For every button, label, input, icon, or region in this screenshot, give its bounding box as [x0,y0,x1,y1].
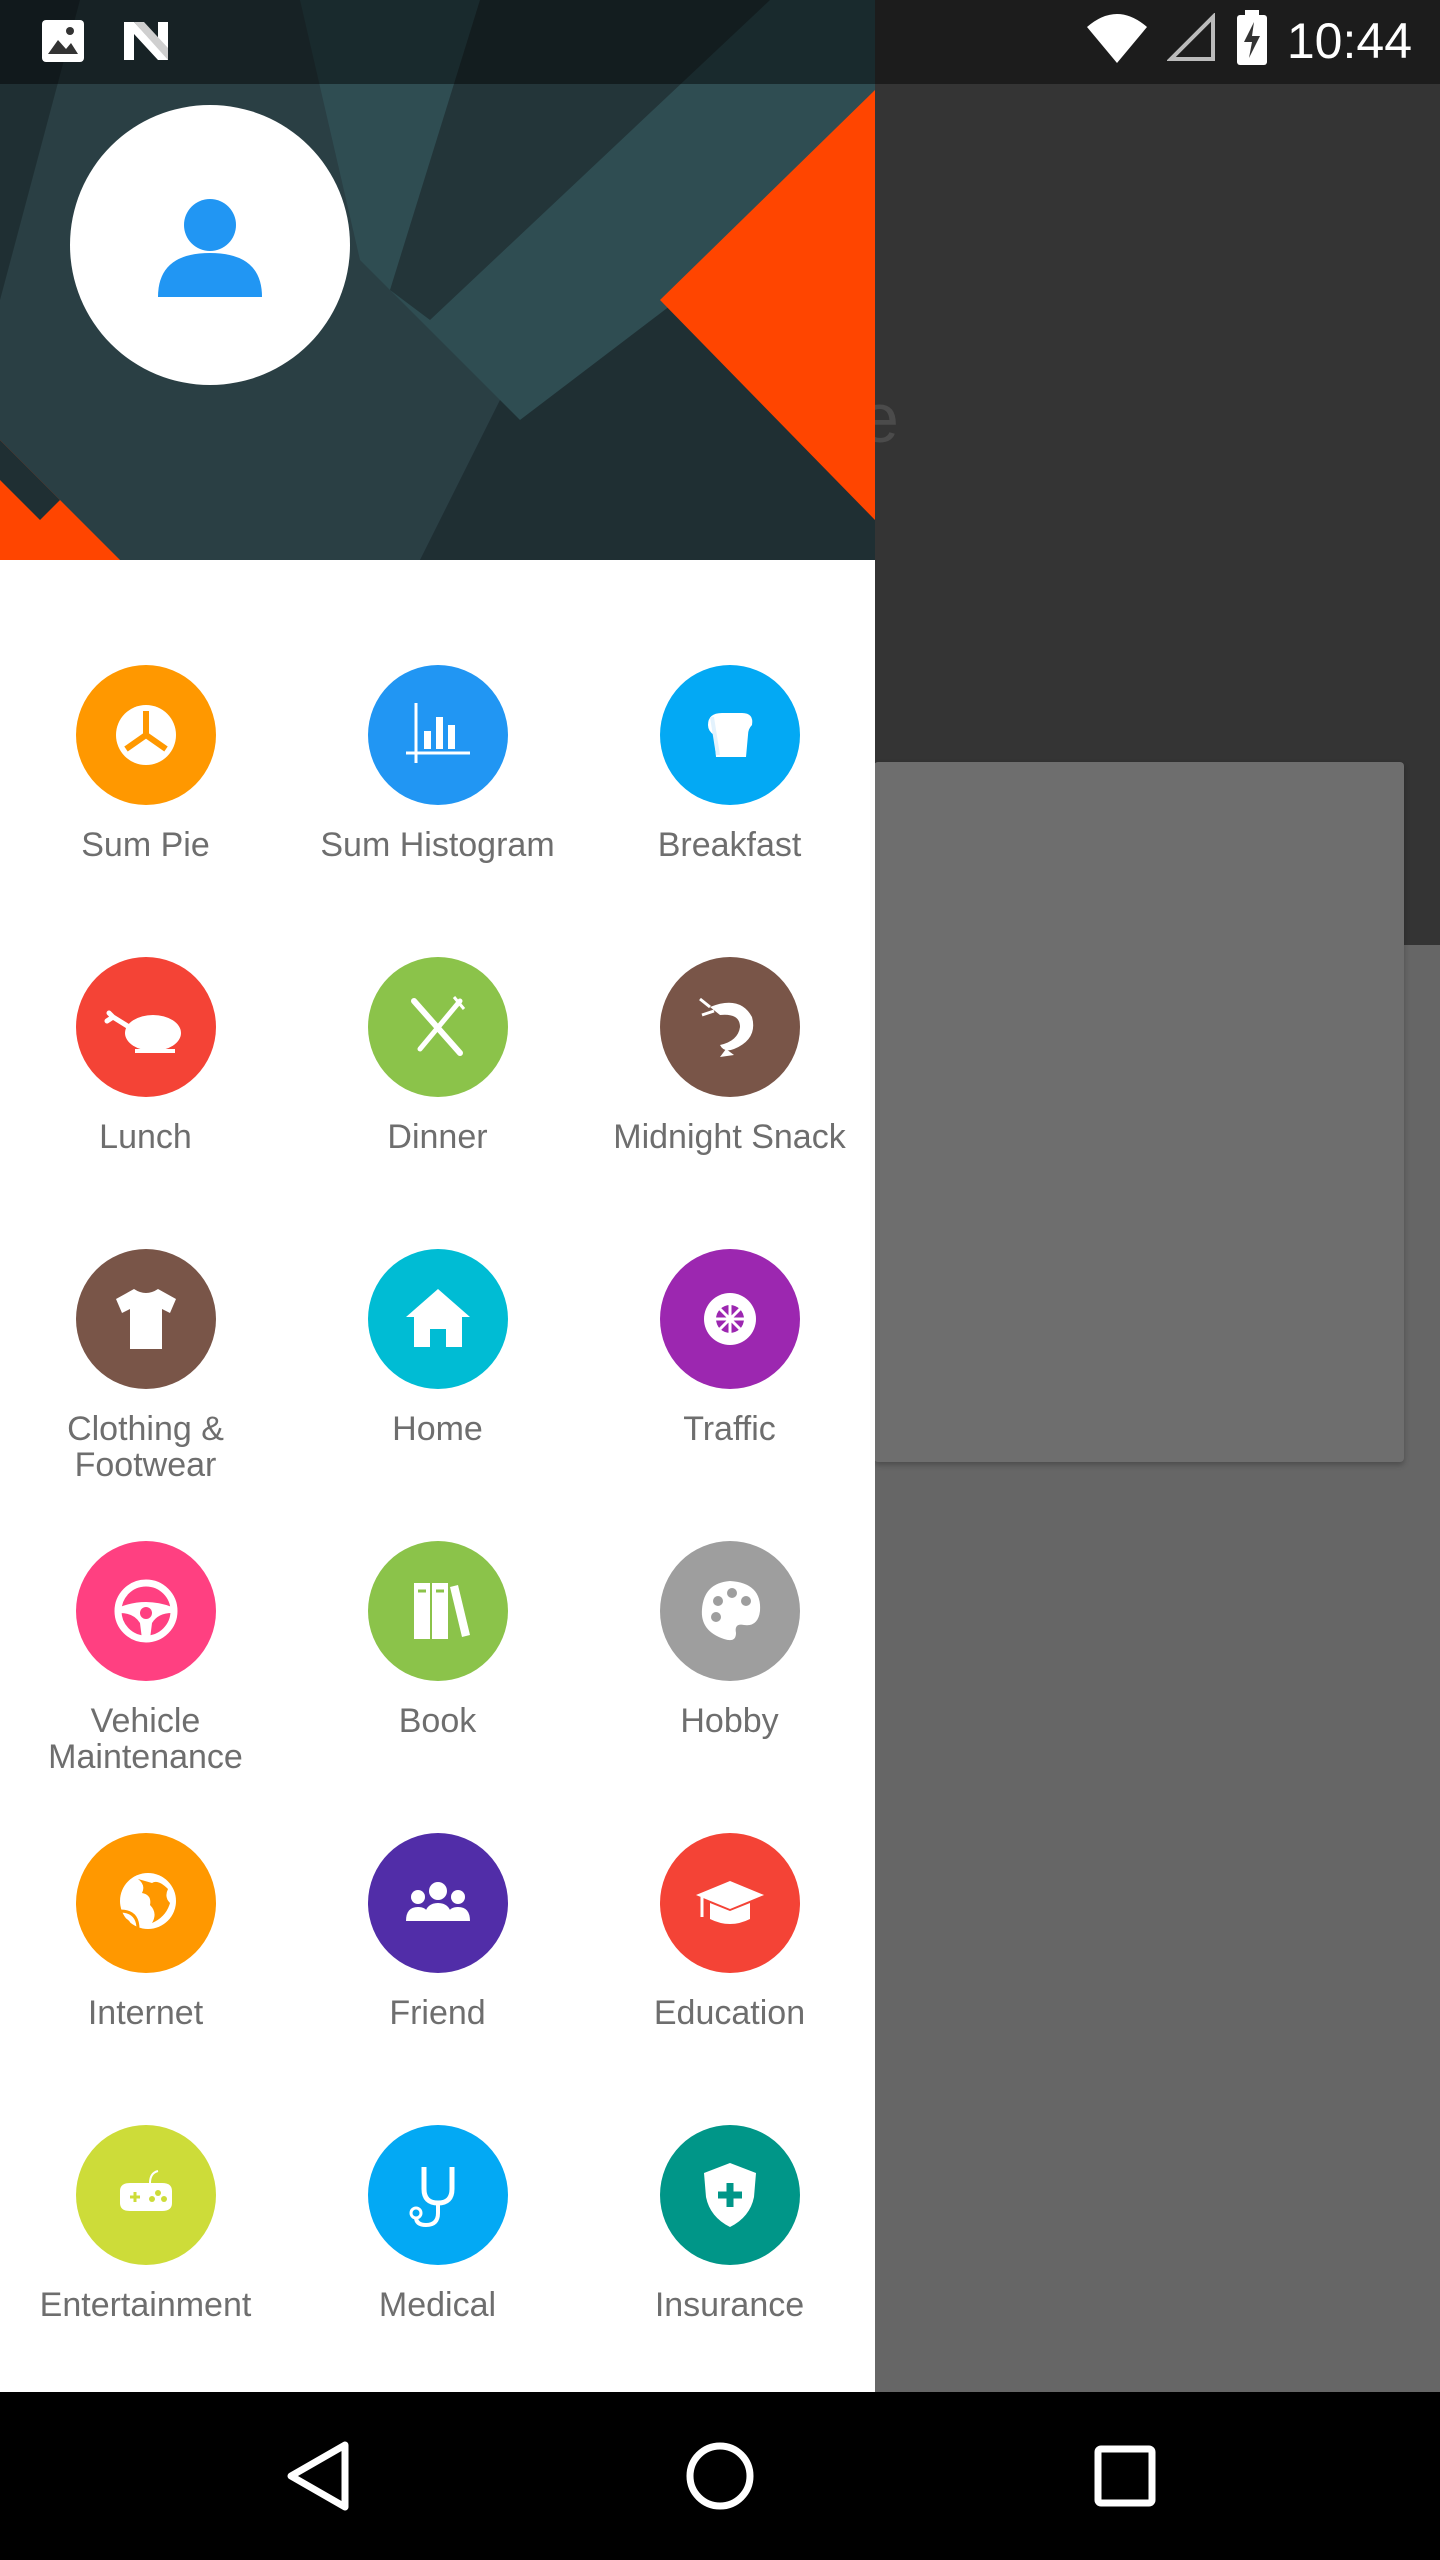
shield-plus-icon [703,2163,756,2227]
category-label: Internet [87,1994,204,2032]
drawer-header [0,0,875,560]
status-time: 10:44 [1286,12,1412,69]
category-clothing-footwear[interactable]: Clothing & Footwear [0,1249,291,1519]
n-logo-icon [120,18,172,69]
tshirt-icon [115,1289,176,1349]
category-breakfast[interactable]: Breakfast [584,665,875,935]
category-icon-circle [367,1833,508,1973]
home-circle-icon [686,2442,754,2510]
category-icon-circle [367,665,508,805]
recents-button[interactable] [1075,2426,1175,2526]
category-icon-circle [367,2125,508,2265]
category-label: Education [653,1994,806,2032]
category-sum-pie[interactable]: Sum Pie [0,665,291,935]
category-label: Sum Pie [81,826,210,864]
category-label: Midnight Snack [613,1118,846,1156]
user-avatar[interactable] [70,105,350,385]
system-navigation-bar [0,2392,1440,2560]
category-icon-circle [75,1541,216,1681]
graduation-cap-icon [695,1881,764,1924]
house-icon [405,1289,470,1347]
status-bar: 10:44 [0,0,1440,84]
category-dinner[interactable]: Dinner [292,957,583,1227]
category-label: Book [398,1702,477,1740]
category-label: Friend [389,1994,486,2032]
category-label: Traffic [683,1410,776,1448]
category-icon-circle [367,957,508,1097]
category-book[interactable]: Book [292,1541,583,1811]
category-friend[interactable]: Friend [292,1833,583,2103]
category-label: Insurance [654,2286,805,2324]
back-button[interactable] [268,2426,368,2526]
category-insurance[interactable]: Insurance [584,2125,875,2395]
category-label: Sum Histogram [320,826,555,864]
shrimp-icon [698,997,753,1057]
image-icon [40,18,86,69]
category-label: Entertainment [39,2286,252,2324]
category-icon-circle [659,1833,800,1973]
stethoscope-icon [409,2167,454,2228]
category-home[interactable]: Home [292,1249,583,1519]
back-icon [287,2441,349,2511]
category-icon-circle [367,1541,508,1681]
histogram-icon [405,703,470,763]
category-label: Hobby [680,1702,779,1740]
category-icon-circle [75,665,216,805]
chicken-icon [104,1010,181,1053]
category-label: Clothing & Footwear [67,1410,224,1484]
category-icon-circle [659,1541,800,1681]
category-midnight-snack[interactable]: Midnight Snack [584,957,875,1227]
navigation-drawer: Sum Pie Sum Histogram Breakfast Lunch Di… [0,0,875,2392]
books-icon [413,1583,470,1639]
category-lunch[interactable]: Lunch [0,957,291,1227]
category-sum-histogram[interactable]: Sum Histogram [292,665,583,935]
fork-knife-icon [410,996,465,1056]
category-label: Medical [378,2286,497,2324]
toast-icon [707,713,752,757]
pie-chart-icon [115,705,176,765]
category-label: Lunch [99,1118,192,1156]
category-icon-circle [659,957,800,1097]
person-icon [158,199,262,297]
globe-icon [118,1873,176,1930]
home-button[interactable] [670,2426,770,2526]
category-label: Home [392,1410,483,1448]
category-icon-circle [659,2125,800,2265]
category-education[interactable]: Education [584,1833,875,2103]
palette-icon [701,1581,760,1641]
cellular-signal-icon [1166,12,1217,68]
category-icon-circle [75,957,216,1097]
category-icon-circle [75,2125,216,2265]
steering-wheel-icon [114,1579,177,1643]
category-label: Breakfast [657,826,802,864]
category-icon-circle [75,1249,216,1389]
category-label: Dinner [387,1118,488,1156]
category-vehicle-maintenance[interactable]: Vehicle Maintenance [0,1541,291,1811]
gamepad-icon [119,2170,172,2211]
category-internet[interactable]: Internet [0,1833,291,2103]
category-entertainment[interactable]: Entertainment [0,2125,291,2395]
category-icon-circle [367,1249,508,1389]
recents-icon [1094,2445,1156,2507]
category-icon-circle [659,1249,800,1389]
category-label: Vehicle Maintenance [48,1702,243,1776]
category-medical[interactable]: Medical [292,2125,583,2395]
wheel-icon [703,1293,756,1345]
category-icon-circle [659,665,800,805]
wifi-icon [1085,11,1149,70]
category-icon-circle [75,1833,216,1973]
group-icon [405,1882,470,1921]
battery-charging-icon [1235,10,1269,71]
background-card [874,762,1404,1462]
category-traffic[interactable]: Traffic [584,1249,875,1519]
category-hobby[interactable]: Hobby [584,1541,875,1811]
